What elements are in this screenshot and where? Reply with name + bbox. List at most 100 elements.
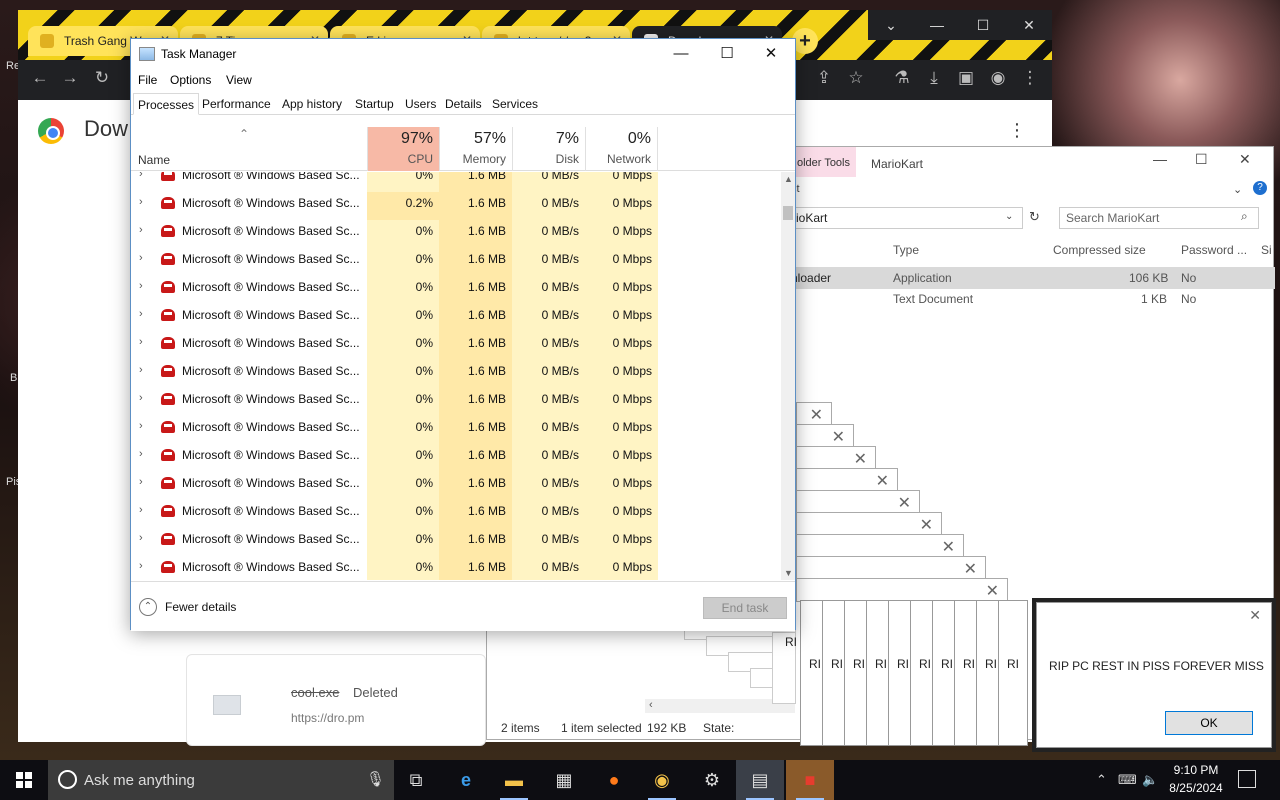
process-row[interactable]: › Microsoft ® Windows Based Sc... 0% 1.6 MB…	[131, 332, 781, 360]
ok-button[interactable]: OK	[1165, 711, 1253, 735]
expand-chevron-icon[interactable]: ›	[139, 308, 143, 320]
network-icon[interactable]: ⌨	[1118, 772, 1137, 788]
process-row[interactable]: › Microsoft ® Windows Based Sc... 0% 1.6 MB…	[131, 304, 781, 332]
back-icon[interactable]: ←	[28, 68, 52, 88]
process-row[interactable]: › Microsoft ® Windows Based Sc... 0% 1.6 MB…	[131, 444, 781, 472]
download-url[interactable]: https://dro.pm	[291, 711, 364, 725]
column-header-name[interactable]: Name	[138, 153, 170, 167]
close-icon[interactable]: ✕	[942, 537, 955, 557]
store-icon[interactable]: ▦	[540, 760, 588, 800]
tab-users[interactable]: Users	[401, 93, 440, 115]
expand-chevron-icon[interactable]: ›	[139, 392, 143, 404]
column-header-size[interactable]: Si	[1261, 243, 1272, 257]
close-icon[interactable]: ✕	[1006, 10, 1052, 40]
close-icon[interactable]: ✕	[832, 427, 845, 447]
download-icon[interactable]: ⤓	[922, 68, 946, 88]
task-view-icon[interactable]: ⧉	[392, 760, 440, 800]
expand-chevron-icon[interactable]: ›	[139, 448, 143, 460]
scroll-up-icon[interactable]: ▲	[784, 174, 793, 184]
process-row[interactable]: › Microsoft ® Windows Based Sc... 0% 1.6 MB…	[131, 360, 781, 388]
chevron-up-icon[interactable]: ⌃	[1096, 772, 1107, 788]
search-icon[interactable]: ⌕	[1241, 209, 1248, 224]
column-header-memory[interactable]: 57% Memory	[439, 127, 512, 171]
close-icon[interactable]: ✕	[986, 581, 999, 601]
expand-chevron-icon[interactable]: ›	[139, 504, 143, 516]
vertical-scrollbar[interactable]: ▲ ▼	[781, 172, 795, 580]
expand-chevron-icon[interactable]: ›	[139, 532, 143, 544]
volume-muted-icon[interactable]: 🔈	[1142, 772, 1158, 788]
bookmark-star-icon[interactable]: ☆	[844, 68, 868, 88]
address-bar[interactable]: rioKart	[787, 207, 1023, 229]
edge-icon[interactable]: e	[442, 760, 490, 800]
process-row[interactable]: › Microsoft ® Windows Based Sc... 0% 1.6 MB…	[131, 500, 781, 528]
tab-startup[interactable]: Startup	[351, 93, 398, 115]
tab-services[interactable]: Services	[488, 93, 542, 115]
more-vert-icon[interactable]: ⋮	[1008, 120, 1026, 141]
start-button[interactable]	[0, 760, 48, 800]
process-row[interactable]: › Microsoft ® Windows Based Sc... 0% 1.6 MB…	[131, 276, 781, 304]
settings-icon[interactable]: ⚙	[688, 760, 736, 800]
tab-processes[interactable]: Processes	[133, 93, 200, 115]
tab-app-history[interactable]: App history	[278, 93, 346, 115]
mario-kart-icon[interactable]: ■	[786, 760, 834, 800]
file-explorer-icon[interactable]: ▬	[490, 760, 538, 800]
notification-icon[interactable]	[1238, 770, 1256, 788]
process-row[interactable]: › Microsoft ® Windows Based Sc... 0% 1.6 MB…	[131, 472, 781, 500]
file-row-selected[interactable]	[787, 267, 1275, 289]
chrome-icon[interactable]: ◉	[638, 760, 686, 800]
close-icon[interactable]: ✕	[751, 43, 791, 65]
expand-chevron-icon[interactable]: ›	[139, 280, 143, 292]
maximize-icon[interactable]: ☐	[1195, 151, 1208, 168]
expand-chevron-icon[interactable]: ›	[139, 560, 143, 572]
expand-chevron-icon[interactable]: ›	[139, 172, 143, 180]
close-icon[interactable]: ✕	[876, 471, 889, 491]
column-header-compressed[interactable]: Compressed size	[1053, 243, 1146, 257]
maximize-icon[interactable]: ☐	[960, 10, 1006, 40]
fewer-details-link[interactable]: Fewer details	[165, 600, 236, 614]
side-panel-icon[interactable]: ▣	[954, 68, 978, 88]
minimize-icon[interactable]: —	[661, 43, 701, 65]
process-row[interactable]: › Microsoft ® Windows Based Sc... 0% 1.6 MB…	[131, 416, 781, 444]
download-file-name[interactable]: cool.exe	[291, 685, 339, 700]
process-row[interactable]: › Microsoft ® Windows Based Sc... 0% 1.6 MB…	[131, 556, 781, 580]
column-header-network[interactable]: 0% Network	[585, 127, 658, 171]
close-icon[interactable]: ✕	[810, 405, 823, 425]
task-manager-icon[interactable]: ▤	[736, 760, 784, 800]
refresh-icon[interactable]: ↻	[1029, 209, 1040, 225]
chevron-down-icon[interactable]: ⌄	[1233, 183, 1242, 196]
title-bar[interactable]: Task Manager — ☐ ✕	[131, 39, 795, 69]
expand-chevron-icon[interactable]: ›	[139, 224, 143, 236]
ribbon-tab-folder-tools[interactable]: older Tools	[791, 147, 856, 177]
close-icon[interactable]: ✕	[920, 515, 933, 535]
microphone-icon[interactable]: 🎙	[366, 770, 385, 788]
tab-details[interactable]: Details	[441, 93, 486, 115]
menu-view[interactable]: View	[226, 73, 252, 87]
tab-performance[interactable]: Performance	[198, 93, 275, 115]
expand-chevron-icon[interactable]: ›	[139, 476, 143, 488]
process-row[interactable]: › Microsoft ® Windows Based Sc... 0% 1.6 MB…	[131, 220, 781, 248]
maximize-icon[interactable]: ☐	[707, 43, 747, 65]
chevron-down-icon[interactable]: ⌄	[1005, 211, 1013, 222]
close-icon[interactable]: ✕	[964, 559, 977, 579]
expand-chevron-icon[interactable]: ›	[139, 196, 143, 208]
forward-icon[interactable]: →	[58, 68, 82, 88]
minimize-icon[interactable]: —	[914, 10, 960, 40]
process-row[interactable]: › Microsoft ® Windows Based Sc... 0.2% 1.6 …	[131, 192, 781, 220]
chevron-down-icon[interactable]: ⌄	[868, 10, 914, 40]
process-row[interactable]: › Microsoft ® Windows Based Sc... 0% 1.6 MB…	[131, 528, 781, 556]
profile-avatar-icon[interactable]: ◉	[986, 68, 1010, 88]
expand-chevron-icon[interactable]: ›	[139, 336, 143, 348]
process-row[interactable]: › Microsoft ® Windows Based Sc... 0% 1.6 MB…	[131, 248, 781, 276]
clock-date[interactable]: 8/25/2024	[1166, 781, 1226, 795]
menu-options[interactable]: Options	[170, 73, 211, 87]
close-icon[interactable]: ✕	[1249, 607, 1261, 624]
process-row[interactable]: › Microsoft ® Windows Based Sc... 0% 1.6 MB…	[131, 172, 781, 192]
close-icon[interactable]: ✕	[854, 449, 867, 469]
help-icon[interactable]: ?	[1253, 181, 1267, 195]
column-header-disk[interactable]: 7% Disk	[512, 127, 585, 171]
process-row[interactable]: › Microsoft ® Windows Based Sc... 0% 1.6 MB…	[131, 388, 781, 416]
reload-icon[interactable]: ↻	[90, 68, 114, 88]
expand-chevron-icon[interactable]: ›	[139, 252, 143, 264]
expand-chevron-icon[interactable]: ›	[139, 420, 143, 432]
share-icon[interactable]: ⇪	[812, 68, 836, 88]
